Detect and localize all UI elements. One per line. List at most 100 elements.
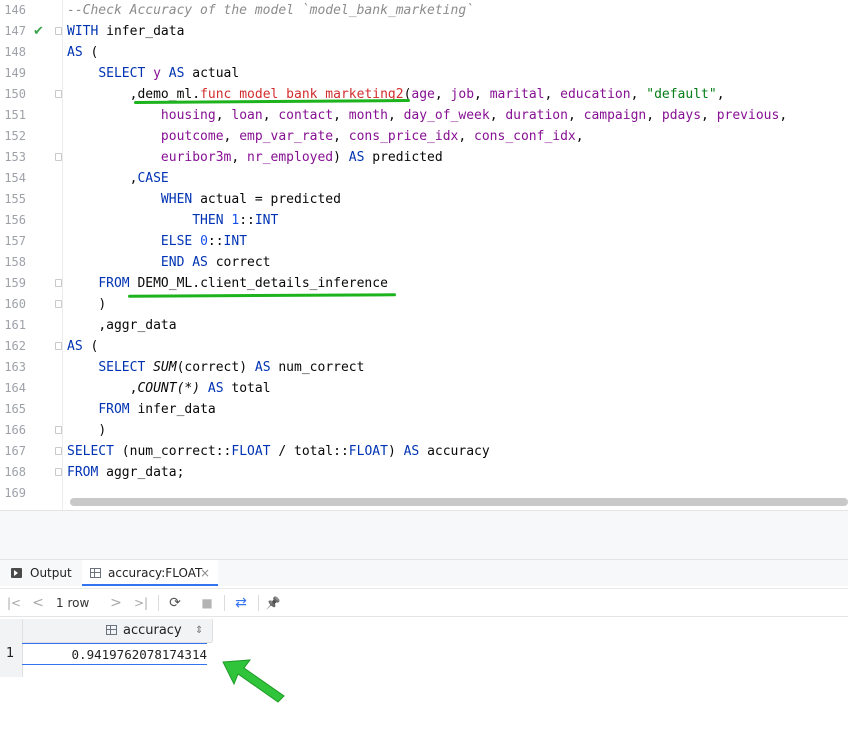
toolbar-divider	[258, 595, 259, 611]
code-line-154: ,CASE	[67, 168, 169, 189]
alias: correct	[215, 255, 271, 270]
column-ref: y	[153, 66, 161, 81]
table-name: DEMO_ML.client_details_inference	[137, 276, 388, 291]
panel-splitter[interactable]	[0, 510, 848, 560]
keyword: FROM	[98, 276, 130, 291]
paren: (	[90, 45, 99, 60]
tab-accuracy-result[interactable]: accuracy:FLOAT ×	[82, 560, 218, 586]
result-tabs: Output accuracy:FLOAT ×	[0, 560, 848, 586]
tab-output[interactable]: Output	[0, 560, 82, 586]
column-ref: contact	[278, 108, 334, 123]
keyword: FROM	[98, 402, 130, 417]
alias: total	[231, 381, 271, 396]
table-row[interactable]: 1 0.9419762078174314	[0, 643, 212, 665]
next-page-icon[interactable]: >	[106, 593, 126, 613]
code-line-157: ELSE 0::INT	[67, 231, 247, 252]
tab-result-label: accuracy:FLOAT	[108, 566, 203, 580]
punct: ,	[779, 108, 788, 123]
function-name: COUNT	[137, 381, 177, 396]
column-header-accuracy[interactable]: accuracy ⇕	[22, 619, 213, 642]
toolbar-divider	[158, 595, 159, 611]
keyword: AS	[192, 255, 208, 270]
code-line-166: )	[67, 420, 106, 441]
alias: accuracy	[427, 444, 490, 459]
keyword: WHEN	[160, 192, 193, 207]
sort-icon[interactable]: ⇕	[195, 619, 203, 642]
column-ref: marital	[489, 87, 545, 102]
code-line-167: SELECT (num_correct::FLOAT / total::FLOA…	[67, 441, 490, 462]
cell-accuracy-value[interactable]: 0.9419762078174314	[22, 643, 207, 665]
arguments: (*)	[176, 381, 201, 396]
fold-marker-icon[interactable]	[55, 279, 62, 287]
row-number: 1	[6, 646, 15, 661]
column-ref: day_of_week	[403, 108, 490, 123]
column-ref: cons_conf_idx	[474, 129, 576, 144]
compare-icon[interactable]: ⇄	[230, 593, 252, 613]
code-line-152: poutcome, emp_var_rate, cons_price_idx, …	[160, 129, 584, 144]
punct: ,	[575, 129, 584, 144]
prev-page-icon[interactable]: <	[28, 593, 48, 613]
line-number: 148	[4, 45, 26, 59]
line-number: 155	[4, 192, 26, 206]
last-page-icon[interactable]: >|	[130, 593, 152, 613]
column-ref: job	[450, 87, 475, 102]
cte-name: infer_data	[106, 24, 185, 39]
stop-icon[interactable]: ■	[196, 593, 218, 613]
line-number: 158	[4, 255, 26, 269]
code-line-155: WHEN actual = predicted	[67, 189, 341, 210]
pin-icon[interactable]: 📌	[262, 593, 284, 613]
column-ref: age	[411, 87, 435, 102]
line-number: 146	[4, 3, 26, 17]
column-ref: pdays	[661, 108, 702, 123]
keyword: AS	[67, 45, 83, 60]
code-line-168: FROM aggr_data;	[67, 462, 184, 483]
keyword: AS	[403, 444, 420, 459]
column-ref: education	[560, 87, 631, 102]
first-page-icon[interactable]: |<	[4, 593, 24, 613]
code-line-165: FROM infer_data	[67, 399, 216, 420]
checkmark-icon[interactable]: ✔	[33, 21, 44, 42]
refresh-icon[interactable]: ⟳	[164, 593, 186, 613]
line-number: 159	[4, 276, 26, 290]
keyword: THEN	[192, 213, 224, 228]
table-icon	[106, 619, 117, 642]
row-count-dropdown[interactable]: 1 row ⌄	[56, 593, 102, 630]
column-ref: emp_var_rate	[239, 129, 334, 144]
fold-marker-icon[interactable]	[55, 153, 62, 161]
close-icon[interactable]: ×	[200, 560, 210, 586]
column-ref: previous	[716, 108, 780, 123]
cte-name: ,aggr_data	[98, 318, 177, 333]
line-number: 163	[4, 360, 26, 374]
fold-marker-icon[interactable]	[55, 27, 62, 35]
line-number: 166	[4, 423, 26, 437]
keyword: AS	[67, 339, 83, 354]
fold-marker-icon[interactable]	[55, 342, 62, 350]
code-line-156: THEN 1::INT	[67, 210, 278, 231]
horizontal-scrollbar[interactable]	[70, 498, 848, 506]
cte-name: aggr_data;	[106, 465, 185, 480]
annotation-arrow-icon	[222, 659, 285, 703]
keyword: SELECT	[98, 66, 146, 81]
line-number: 167	[4, 444, 26, 458]
keyword: FROM	[67, 465, 99, 480]
fold-marker-icon[interactable]	[55, 468, 62, 476]
sql-editor[interactable]: 146 147 148 149 150 151 152 153 154 155 …	[0, 0, 848, 510]
keyword: AS	[168, 66, 185, 81]
row-count-label: 1 row	[56, 596, 90, 610]
code-line-151: housing, loan, contact, month, day_of_we…	[160, 108, 788, 123]
line-number: 161	[4, 318, 26, 332]
fold-marker-icon[interactable]	[55, 300, 62, 308]
sql-comment: --Check Accuracy of the model `model_ban…	[67, 3, 474, 18]
fold-marker-icon[interactable]	[55, 90, 62, 98]
keyword: CASE	[137, 171, 169, 186]
keyword: AS	[207, 381, 224, 396]
cte-name: infer_data	[137, 402, 216, 417]
fold-marker-icon[interactable]	[55, 426, 62, 434]
paren: (	[90, 339, 99, 354]
line-number: 164	[4, 381, 26, 395]
punct: ::	[239, 213, 255, 228]
line-number: 169	[4, 486, 26, 500]
expression: (num_correct::	[121, 444, 232, 459]
fold-marker-icon[interactable]	[55, 447, 62, 455]
line-number: 162	[4, 339, 26, 353]
